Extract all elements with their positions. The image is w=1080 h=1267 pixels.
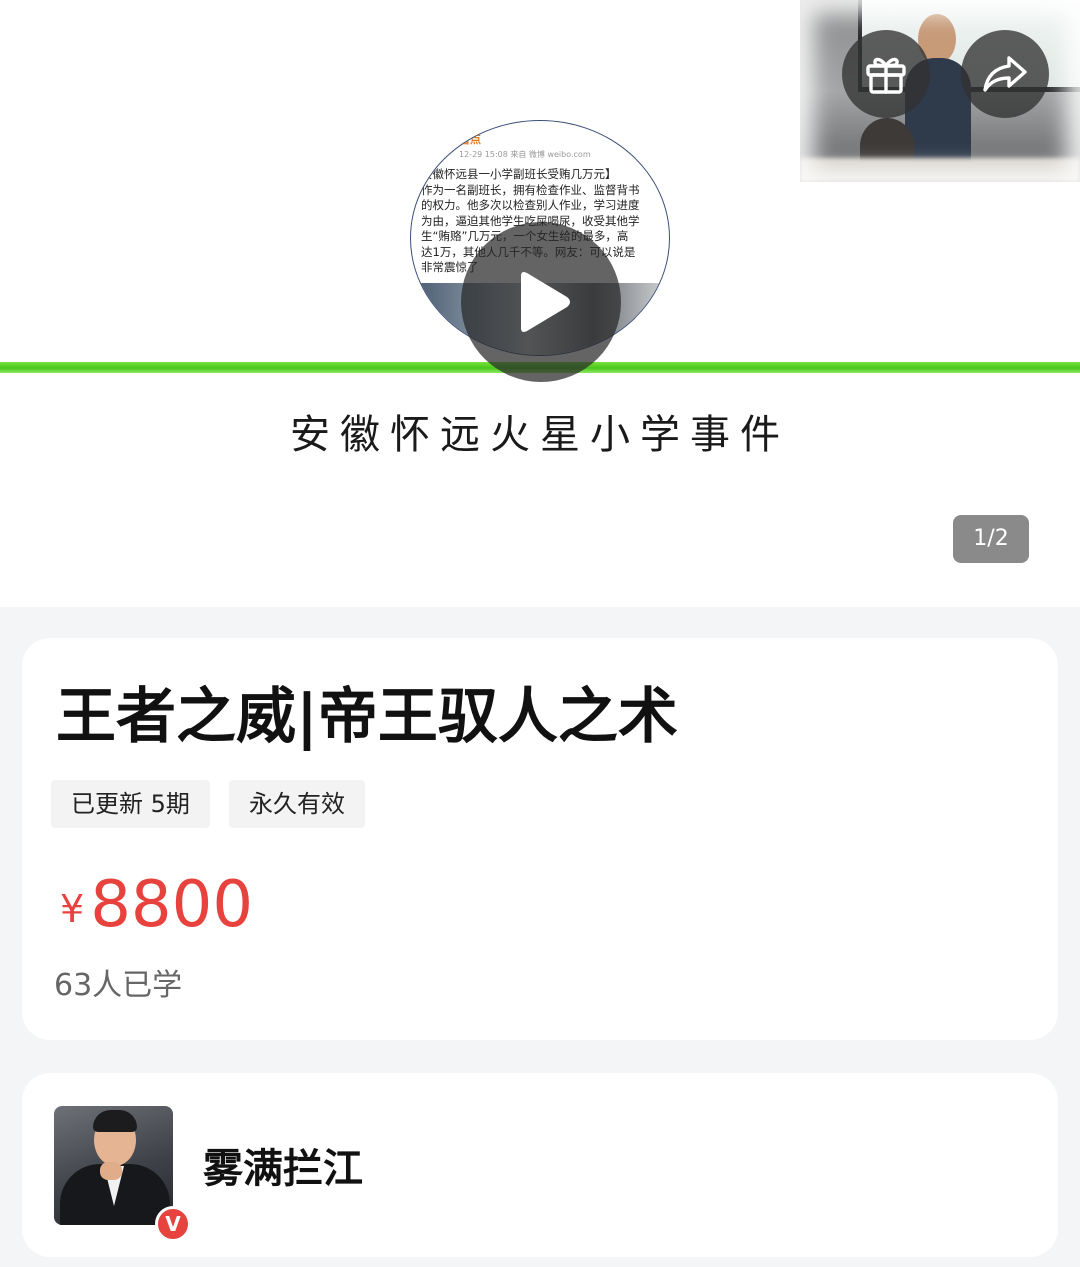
avatar-hair: [93, 1110, 137, 1132]
author-name[interactable]: 雾满拦江: [203, 1136, 363, 1194]
course-info-card: 王者之威|帝王驭人之术 已更新 5期 永久有效 ¥8800 63人已学: [22, 638, 1058, 1040]
course-price: ¥8800: [60, 868, 253, 942]
gift-icon: [866, 57, 906, 94]
share-icon: [983, 56, 1027, 92]
course-title: 王者之威|帝王驭人之术: [56, 682, 678, 752]
gift-button[interactable]: [842, 30, 930, 118]
clip-source: 看点: [459, 133, 481, 146]
play-button[interactable]: [461, 222, 621, 382]
author-avatar[interactable]: [54, 1106, 173, 1225]
verified-badge-icon: V: [155, 1206, 191, 1242]
clip-line: 的权力。他多次以检查别人作业，学习进度: [421, 198, 640, 212]
share-button[interactable]: [961, 30, 1049, 118]
clip-line: 安徽怀远县一小学副班长受贿几万元】: [421, 167, 617, 181]
slide-pager: 1/2: [953, 515, 1029, 563]
validity-tag: 永久有效: [229, 780, 365, 828]
author-card[interactable]: V 雾满拦江: [22, 1073, 1058, 1257]
course-banner[interactable]: 看点 12-29 15:08 来自 微博 weibo.com 安徽怀远县一小学副…: [0, 0, 1080, 607]
slide-caption: 安徽怀远火星小学事件: [290, 412, 790, 458]
learner-count: 63人已学: [54, 968, 183, 1003]
avatar-hand: [100, 1162, 122, 1180]
play-icon: [521, 272, 570, 332]
price-value: 8800: [90, 868, 254, 942]
clip-meta: 12-29 15:08 来自 微博 weibo.com: [459, 150, 591, 159]
clip-line: 作为一名副班长，拥有检查作业、监督背书: [421, 182, 640, 197]
currency-symbol: ¥: [60, 887, 85, 931]
update-count-tag: 已更新 5期: [51, 780, 210, 828]
